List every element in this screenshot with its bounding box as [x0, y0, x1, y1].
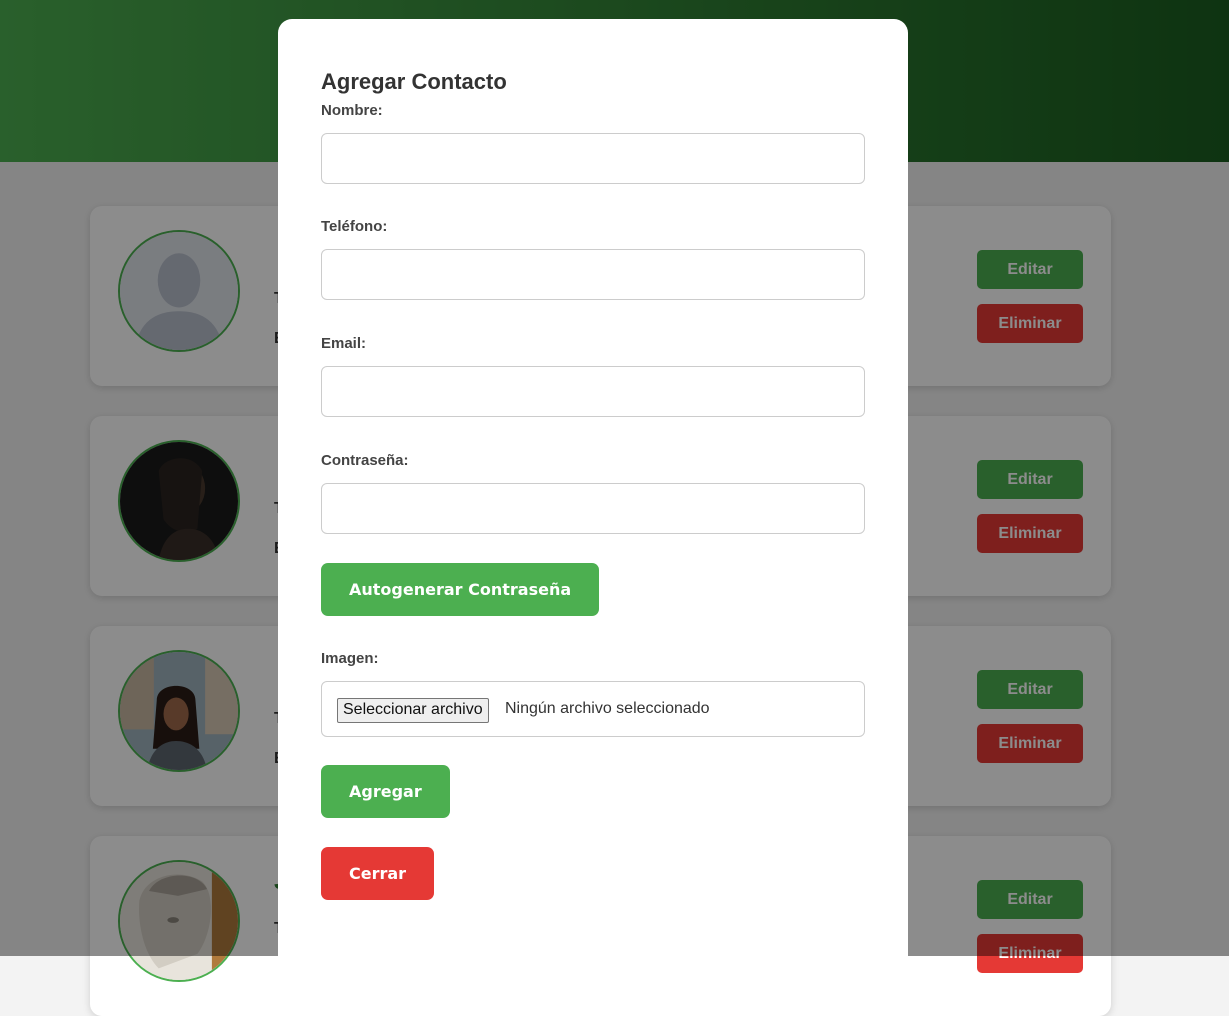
file-status-text: Ningún archivo seleccionado — [505, 700, 710, 717]
password-input[interactable] — [321, 483, 865, 534]
modal-title: Agregar Contacto — [321, 69, 507, 94]
choose-file-button[interactable]: Seleccionar archivo — [337, 698, 489, 723]
close-button[interactable]: Cerrar — [321, 847, 435, 900]
image-file-input[interactable]: Seleccionar archivo Ningún archivo selec… — [321, 681, 865, 737]
add-contact-modal: Agregar Contacto Nombre: Teléfono: Email… — [278, 19, 908, 979]
name-label: Nombre: — [321, 102, 383, 119]
image-label: Imagen: — [321, 650, 379, 667]
add-button[interactable]: Agregar — [321, 765, 450, 818]
phone-label: Teléfono: — [321, 218, 388, 235]
name-input[interactable] — [321, 133, 865, 184]
autogenerate-password-button[interactable]: Autogenerar Contraseña — [321, 563, 600, 616]
email-label: Email: — [321, 335, 367, 352]
phone-input[interactable] — [321, 249, 865, 300]
email-input[interactable] — [321, 366, 865, 417]
password-label: Contraseña: — [321, 452, 409, 469]
